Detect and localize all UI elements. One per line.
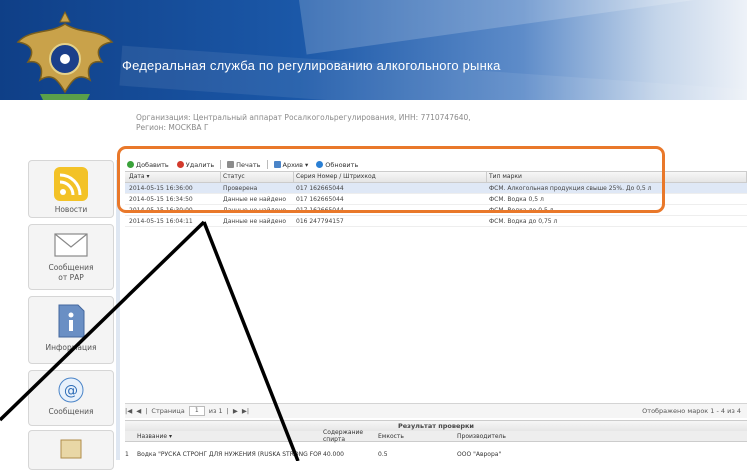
envelope-icon — [54, 233, 88, 257]
nav-tile-label: Информация — [45, 343, 97, 352]
column-header-alcohol[interactable]: Содержание спирта — [321, 429, 376, 443]
grid-empty-area — [125, 232, 747, 402]
rss-icon — [54, 167, 88, 201]
header-banner: Федеральная служба по регулированию алко… — [0, 0, 747, 100]
column-header-name[interactable]: Название ▾ — [135, 433, 321, 440]
svg-text:@: @ — [64, 383, 78, 399]
emblem-icon — [16, 10, 114, 100]
highlight-box — [117, 146, 665, 213]
banner-decoration — [298, 0, 747, 55]
at-icon: @ — [58, 377, 84, 403]
first-page-icon[interactable]: |◀ — [125, 407, 132, 415]
result-header: Название ▾ Содержание спирта Емкость Про… — [125, 429, 747, 443]
page-label: Страница — [151, 407, 185, 415]
pager-separator: | — [226, 407, 229, 415]
scroll-icon — [60, 439, 82, 459]
grid-pager: |◀ ◀ | Страница 1 из 1 | ▶ ▶| Отображено… — [125, 403, 747, 418]
page-number-input[interactable]: 1 — [188, 406, 205, 416]
column-header-producer[interactable]: Производитель — [455, 433, 575, 440]
table-row[interactable]: 2014-05-15 16:04:11 Данные не найдено 01… — [125, 216, 747, 227]
nav-tile-label: Сообщения — [48, 407, 94, 416]
result-row[interactable]: 1 Водка "РУСКА СТРОНГ ДЛЯ НУЖЕНИЯ (RUSKA… — [125, 449, 747, 459]
nav-tile-messages-rar[interactable]: Сообщения от РАР — [28, 224, 114, 290]
header-title: Федеральная служба по регулированию алко… — [122, 58, 501, 73]
page-count: из 1 — [208, 407, 223, 415]
region-line: Регион: МОСКВА Г — [136, 123, 209, 132]
last-page-icon[interactable]: ▶| — [242, 407, 249, 415]
nav-tile-messages[interactable]: @ Сообщения — [28, 370, 114, 426]
pager-summary: Отображено марок 1 - 4 из 4 — [642, 407, 741, 415]
info-icon — [58, 304, 85, 338]
nav-tile-news[interactable]: Новости — [28, 160, 114, 218]
nav-tile-extra[interactable] — [28, 430, 114, 470]
column-header-volume[interactable]: Емкость — [376, 433, 455, 440]
next-page-icon[interactable]: ▶ — [233, 407, 238, 415]
prev-page-icon[interactable]: ◀ — [136, 407, 141, 415]
organization-info: Организация: Центральный аппарат Росалко… — [136, 113, 471, 133]
organization-line: Организация: Центральный аппарат Росалко… — [136, 113, 471, 122]
row-number: 1 — [125, 450, 129, 458]
nav-tile-label: Новости — [54, 205, 88, 214]
nav-tile-label: Сообщения — [48, 263, 94, 272]
pager-separator: | — [145, 407, 148, 415]
nav-tile-info[interactable]: Информация — [28, 296, 114, 364]
result-panel-title: Результат проверки — [125, 420, 747, 431]
nav-tile-label: от РАР — [58, 273, 84, 282]
